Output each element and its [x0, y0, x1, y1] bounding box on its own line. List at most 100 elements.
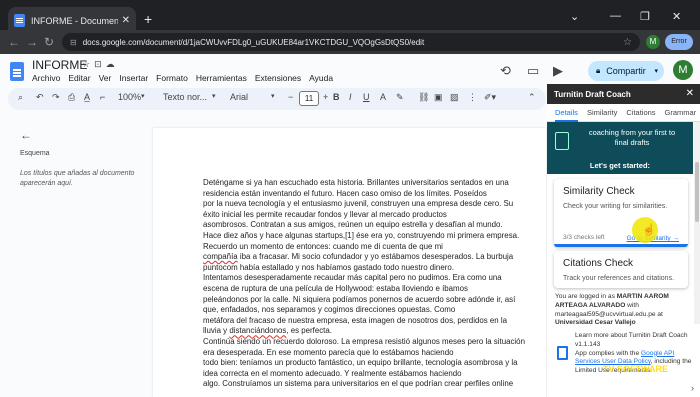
outline-label: Esquema — [20, 150, 50, 157]
doc-line: escena de ruptura de una película de Hol… — [203, 283, 468, 293]
zoom-dropdown-icon[interactable]: ▾ — [141, 92, 145, 100]
increase-font-icon[interactable]: + — [323, 92, 328, 102]
tab-search-icon[interactable]: ⌄ — [570, 10, 579, 23]
chevron-down-icon[interactable]: ▾ — [654, 67, 658, 75]
editing-mode-icon[interactable]: ✐▾ — [484, 92, 496, 103]
more-options-icon[interactable]: ⋮ — [468, 92, 477, 103]
site-info-icon[interactable]: ⊟ — [70, 38, 77, 47]
bold-icon[interactable]: B — [333, 92, 340, 102]
doc-line: peleándonos por la calle. Ni siquiera po… — [203, 294, 516, 304]
pointer-cursor-icon — [632, 217, 658, 243]
menu-archivo[interactable]: Archivo — [32, 73, 60, 83]
profile-avatar[interactable]: M — [646, 35, 660, 49]
url-text: docs.google.com/document/d/1jaCWUvvFDLg0… — [82, 37, 425, 47]
minimize-icon[interactable]: — — [610, 10, 621, 22]
misspelled-word[interactable]: compañía — [203, 252, 238, 261]
spellcheck-icon[interactable]: A̲ — [84, 92, 90, 102]
document-icon — [555, 132, 569, 150]
undo-icon[interactable]: ↶ — [36, 92, 44, 103]
share-label: Compartir — [606, 66, 646, 76]
scrollbar-thumb[interactable] — [695, 162, 699, 222]
text-color-icon[interactable]: A — [380, 92, 386, 102]
menu-formato[interactable]: Formato — [156, 73, 188, 83]
close-panel-icon[interactable]: ✕ — [686, 88, 694, 99]
new-tab-icon[interactable]: + — [144, 11, 152, 27]
close-tab-icon[interactable]: ✕ — [122, 15, 130, 26]
close-window-icon[interactable]: ✕ — [672, 10, 681, 23]
doc-line: compañía iba a fracasar. Mi socio cofund… — [203, 252, 514, 262]
underline-icon[interactable]: U — [363, 92, 370, 102]
citations-desc: Track your references and citations. — [563, 275, 675, 282]
paragraph-style-select[interactable]: Texto nor... — [163, 92, 207, 102]
doc-line: metáfora del fracaso de nuestra empresa,… — [203, 315, 507, 325]
cloud-status-icon[interactable]: ☁ — [106, 59, 119, 69]
watermark: TV SOFTWARE — [603, 364, 668, 374]
collapse-menus-icon[interactable]: ⌃ — [528, 92, 536, 103]
tab-similarity[interactable]: Similarity — [587, 108, 617, 117]
paint-format-icon[interactable]: ⌐ — [100, 92, 105, 102]
doc-line: lluvia y distanciándonos, es perfecta. — [203, 326, 332, 336]
docs-header: INFORME ☆⊡☁ Archivo Editar Ver Insertar … — [0, 54, 700, 88]
comments-icon[interactable]: ▭ — [527, 63, 539, 79]
title-actions: ☆⊡☁ — [82, 59, 119, 70]
tab-title: INFORME - Documentos de Go — [31, 15, 118, 26]
forward-icon[interactable]: → — [26, 35, 38, 49]
menu-herramientas[interactable]: Herramientas — [196, 73, 247, 83]
document-title[interactable]: INFORME — [32, 58, 87, 72]
reload-icon[interactable]: ↻ — [44, 35, 54, 49]
highlight-icon[interactable]: ✎ — [396, 92, 404, 103]
print-icon[interactable]: ⎙ — [68, 92, 75, 103]
tab-grammar[interactable]: Grammar — [665, 108, 697, 117]
maximize-icon[interactable]: ❐ — [640, 10, 650, 23]
expand-icon[interactable]: › — [691, 383, 694, 393]
turnitin-tabs: Details Similarity Citations Grammar — [547, 104, 700, 122]
menu-ver[interactable]: Ver — [99, 73, 112, 83]
doc-line: Continúa siendo un recuerdo doloroso. La… — [203, 336, 525, 346]
citations-title: Citations Check — [563, 258, 634, 269]
tab-details[interactable]: Details — [555, 104, 578, 122]
similarity-desc: Check your writing for similarities. — [563, 203, 668, 210]
link-icon[interactable]: ⛓ — [418, 92, 429, 103]
star-icon[interactable]: ☆ — [82, 59, 94, 69]
bookmark-star-icon[interactable]: ☆ — [623, 37, 632, 48]
menu-ayuda[interactable]: Ayuda — [309, 73, 333, 83]
meet-icon[interactable]: ▶ — [553, 63, 563, 79]
banner-text: coaching from your first to final drafts — [588, 128, 676, 147]
italic-icon[interactable]: I — [349, 92, 352, 102]
version-history-icon[interactable]: ⟲ — [500, 63, 511, 79]
menu-extensiones[interactable]: Extensiones — [255, 73, 301, 83]
back-icon[interactable]: ← — [8, 35, 20, 49]
address-bar[interactable]: ⊟ docs.google.com/document/d/1jaCWUvvFDL… — [62, 33, 640, 51]
misspelled-word[interactable]: distanciándonos — [229, 326, 286, 335]
doc-line: que, enfadados, nos separamos y cogimos … — [203, 305, 456, 315]
doc-line: residencia están inventando el futuro. H… — [203, 188, 487, 198]
redo-icon[interactable]: ↷ — [52, 92, 60, 103]
zoom-select[interactable]: 100% — [118, 92, 141, 102]
document-body[interactable]: Deténgame si ya han escuchado esta histo… — [203, 178, 525, 390]
font-dropdown-icon[interactable]: ▾ — [271, 92, 275, 100]
share-button[interactable]: 🔒︎ Compartir ▾ — [588, 61, 664, 81]
style-dropdown-icon[interactable]: ▾ — [212, 92, 216, 100]
panel-footer: › — [547, 381, 700, 397]
font-select[interactable]: Arial — [230, 92, 248, 102]
citations-card[interactable]: Citations Check Track your references an… — [554, 251, 688, 288]
insert-comment-icon[interactable]: ▣ — [434, 92, 443, 103]
menu-insertar[interactable]: Insertar — [119, 73, 148, 83]
docs-logo-icon[interactable] — [10, 62, 24, 81]
doc-line: todo bien: teníamos un producto fantásti… — [203, 358, 518, 368]
menu-editar[interactable]: Editar — [68, 73, 90, 83]
tab-citations[interactable]: Citations — [626, 108, 655, 117]
account-avatar[interactable]: M — [673, 60, 693, 80]
similarity-card[interactable]: Similarity Check Check your writing for … — [554, 179, 688, 247]
search-icon[interactable]: ⌕ — [18, 92, 23, 103]
close-outline-icon[interactable]: ← — [20, 128, 32, 142]
learn-more-line[interactable]: Learn more about Turnitin Draft Coach v1… — [575, 332, 688, 348]
document-page[interactable]: Deténgame si ya han escuchado esta histo… — [153, 128, 546, 397]
font-size-input[interactable]: 11 — [299, 91, 319, 106]
decrease-font-icon[interactable]: − — [288, 92, 293, 102]
move-folder-icon[interactable]: ⊡ — [94, 59, 106, 69]
error-button[interactable]: Error — [665, 34, 693, 50]
insert-image-icon[interactable]: ▨ — [450, 92, 459, 103]
browser-toolbar: ← → ↻ ⊟ docs.google.com/document/d/1jaCW… — [0, 30, 700, 54]
institution: Universidad Cesar Vallejo — [555, 319, 636, 327]
